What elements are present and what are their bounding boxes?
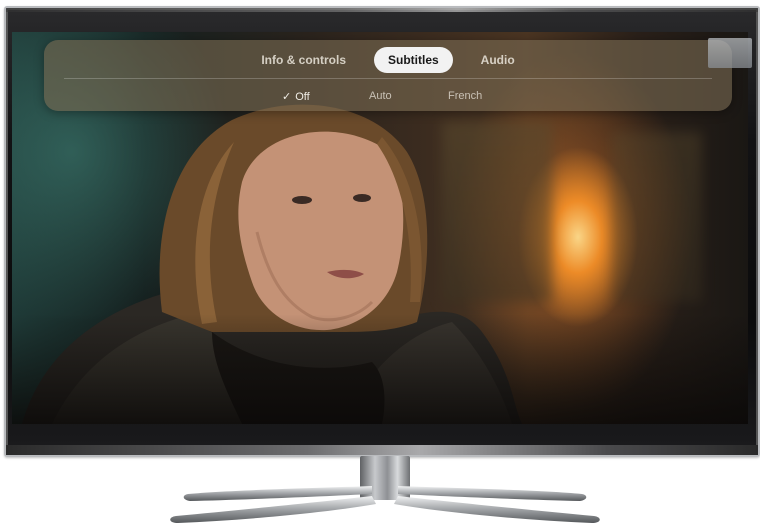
- subtitle-option-label: Off: [295, 91, 310, 103]
- menu-divider: [64, 78, 712, 79]
- frame-shadow: [12, 314, 748, 424]
- checkmark-icon: ✓: [282, 91, 292, 103]
- bezel-bottom-highlight: [6, 445, 758, 455]
- tab-audio[interactable]: Audio: [467, 47, 529, 73]
- bezel-top-highlight: [6, 8, 758, 12]
- tab-info-controls[interactable]: Info & controls: [247, 47, 360, 73]
- subtitle-option-auto[interactable]: Auto: [369, 90, 392, 102]
- playback-overlay-menu: Info & controls Subtitles Audio ✓ Off Aut…: [44, 40, 732, 111]
- subtitle-option-label: French: [448, 90, 483, 102]
- subtitle-option-off[interactable]: ✓ Off: [282, 90, 310, 103]
- subtitle-options: ✓ Off Auto French: [44, 88, 732, 104]
- tab-subtitles[interactable]: Subtitles: [374, 47, 453, 73]
- stand-neck: [360, 456, 410, 500]
- subtitle-option-french[interactable]: French: [448, 90, 482, 102]
- subtitle-option-label: Auto: [369, 90, 392, 102]
- menu-tabs: Info & controls Subtitles Audio: [44, 46, 732, 74]
- corner-thumbnail: [708, 38, 752, 68]
